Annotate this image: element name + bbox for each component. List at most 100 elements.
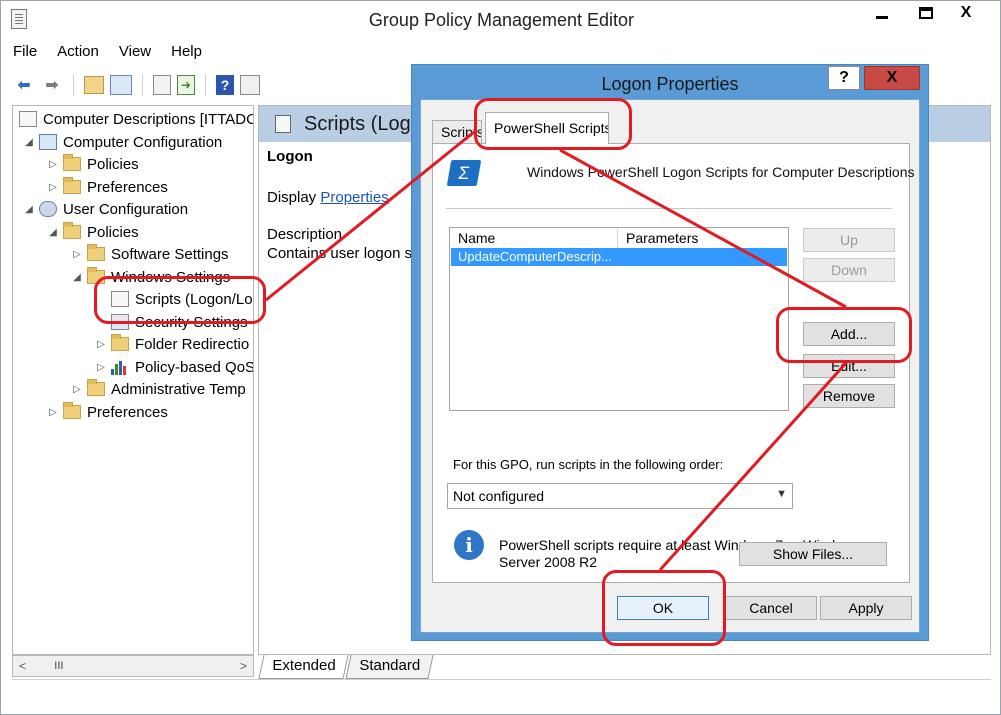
tree-item-software-settings[interactable]: ▷ Software Settings [71, 243, 229, 265]
list-item[interactable]: UpdateComputerDescrip... [451, 248, 787, 266]
tree-item-label: Software Settings [111, 245, 229, 263]
menu-action[interactable]: Action [57, 43, 99, 65]
divider [446, 208, 892, 209]
expand-arrow-icon[interactable]: ▷ [95, 339, 107, 350]
show-files-button[interactable]: Show Files... [739, 542, 887, 566]
folder-icon [111, 334, 129, 351]
tree-item-folder-redirection[interactable]: ▷ Folder Redirectio [95, 333, 249, 355]
tree-item-preferences[interactable]: ▷ Preferences [47, 176, 168, 198]
minimize-button[interactable] [859, 1, 905, 27]
folder-icon [63, 402, 81, 419]
forward-arrow-icon[interactable]: ➡ [41, 74, 63, 96]
scroll-thumb[interactable]: III [54, 660, 63, 672]
tree-item-policies[interactable]: ▷ Policies [47, 153, 139, 175]
tree-item-administrative-templates[interactable]: ▷ Administrative Temp [71, 378, 246, 400]
tree-item-gpo-root[interactable]: Computer Descriptions [ITTADC [19, 108, 254, 130]
up-folder-icon[interactable] [84, 76, 104, 94]
collapse-arrow-icon[interactable]: ◢ [23, 137, 35, 148]
details-heading: Logon [267, 148, 313, 165]
properties-link[interactable]: Properties [320, 189, 388, 206]
chart-icon [111, 359, 129, 375]
user-icon [39, 201, 57, 217]
annotation-add-button-highlight [776, 307, 912, 363]
close-button[interactable]: X [941, 1, 991, 27]
folder-icon [87, 244, 105, 261]
back-arrow-icon[interactable]: ⬅ [13, 74, 35, 96]
scripts-list[interactable]: Name Parameters UpdateComputerDescrip... [449, 227, 789, 411]
folder-icon [87, 379, 105, 396]
window-title: Group Policy Management Editor [368, 10, 635, 30]
filter-icon[interactable] [240, 75, 260, 95]
up-button[interactable]: Up [803, 228, 895, 252]
tree-item-label: Policies [87, 155, 139, 173]
display-label: Display [267, 189, 321, 206]
tree-item-label: Preferences [87, 178, 168, 196]
folder-icon [63, 154, 81, 171]
console-tree[interactable]: Computer Descriptions [ITTADC ◢ Computer… [12, 105, 254, 655]
tree-item-label: Computer Configuration [63, 133, 223, 151]
description-label: Description [267, 226, 343, 243]
tab-label: Standard [359, 657, 421, 674]
tab-label: Extended [272, 657, 336, 674]
expand-arrow-icon[interactable]: ▷ [47, 159, 59, 170]
run-order-label: For this GPO, run scripts in the followi… [453, 457, 724, 472]
view-tabs: Extended Standard [258, 655, 434, 679]
properties-icon[interactable] [153, 75, 171, 95]
down-button[interactable]: Down [803, 258, 895, 282]
expand-arrow-icon[interactable]: ▷ [71, 249, 83, 260]
tree-item-label: Preferences [87, 403, 168, 421]
apply-button[interactable]: Apply [820, 596, 912, 620]
powershell-icon: Σ [446, 160, 482, 186]
tab-standard[interactable]: Standard [345, 655, 434, 679]
tree-item-user-configuration[interactable]: ◢ User Configuration [23, 198, 188, 220]
export-icon[interactable]: ➜ [177, 75, 195, 95]
tree-item-label: Policies [87, 223, 139, 241]
tree-item-label: Administrative Temp [111, 380, 246, 398]
help-icon[interactable]: ? [216, 75, 234, 95]
tree-item-label: Folder Redirectio [135, 335, 250, 353]
script-icon [275, 115, 291, 133]
remove-button[interactable]: Remove [803, 384, 895, 408]
toolbar-separator [142, 74, 143, 96]
toolbar-separator [205, 74, 206, 96]
tree-item-label: Computer Descriptions [ITTADC [43, 110, 254, 128]
column-parameters[interactable]: Parameters [618, 228, 788, 248]
run-order-value: Not configured [453, 488, 545, 504]
maximize-icon [919, 7, 933, 19]
dialog-close-button[interactable]: X [864, 66, 920, 90]
description-text: Contains user logon sc [267, 245, 420, 262]
computer-icon [39, 134, 57, 150]
tree-horizontal-scrollbar[interactable]: < III > [12, 655, 254, 677]
tree-item-policy-based-qos[interactable]: ▷ Policy-based QoS [95, 356, 253, 378]
menu-bar: File Action View Help [13, 43, 202, 65]
minimize-icon [876, 16, 888, 19]
info-icon: i [454, 530, 484, 560]
show-hide-tree-icon[interactable] [110, 75, 132, 95]
toolbar-separator [73, 74, 74, 96]
tab-extended[interactable]: Extended [258, 655, 349, 679]
dialog-heading: Windows PowerShell Logon Scripts for Com… [527, 164, 915, 180]
annotation-ok-button-highlight [602, 570, 726, 646]
expand-arrow-icon[interactable]: ▷ [47, 407, 59, 418]
collapse-arrow-icon[interactable]: ◢ [71, 272, 83, 283]
close-icon: X [960, 4, 972, 21]
column-name[interactable]: Name [450, 228, 618, 248]
collapse-arrow-icon[interactable]: ◢ [23, 204, 35, 215]
tree-item-user-policies[interactable]: ◢ Policies [47, 221, 139, 243]
menu-view[interactable]: View [119, 43, 151, 65]
scroll-right-icon[interactable]: > [240, 659, 247, 673]
run-order-select[interactable]: Not configured ▼ [447, 483, 793, 509]
expand-arrow-icon[interactable]: ▷ [47, 182, 59, 193]
chevron-down-icon: ▼ [776, 488, 787, 500]
expand-arrow-icon[interactable]: ▷ [95, 362, 107, 373]
tree-item-label: User Configuration [63, 200, 189, 218]
expand-arrow-icon[interactable]: ▷ [71, 384, 83, 395]
dialog-help-button[interactable]: ? [828, 66, 860, 90]
scroll-left-icon[interactable]: < [19, 659, 26, 673]
menu-help[interactable]: Help [171, 43, 202, 65]
cancel-button[interactable]: Cancel [725, 596, 817, 620]
tree-item-computer-configuration[interactable]: ◢ Computer Configuration [23, 131, 222, 153]
tree-item-user-preferences[interactable]: ▷ Preferences [47, 401, 168, 423]
collapse-arrow-icon[interactable]: ◢ [47, 227, 59, 238]
menu-file[interactable]: File [13, 43, 37, 65]
